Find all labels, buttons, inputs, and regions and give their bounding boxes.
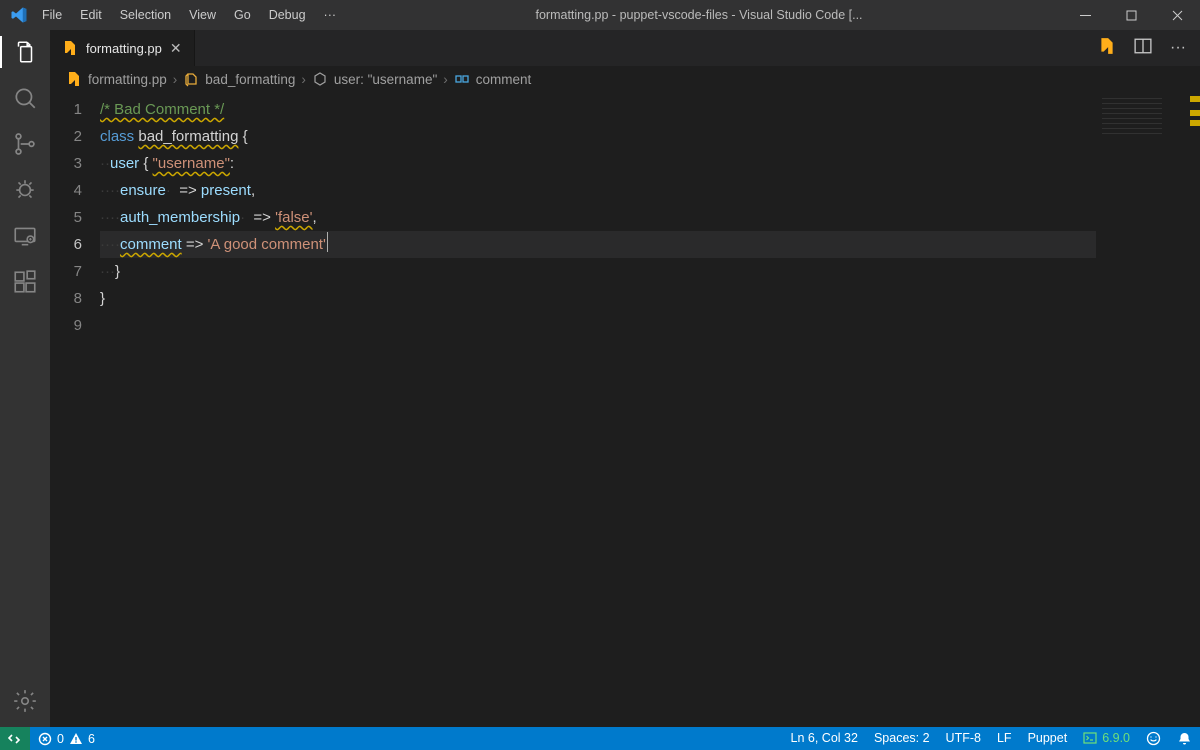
status-warnings-count: 6 [88, 732, 95, 746]
line-number: 3 [50, 150, 82, 177]
vscode-logo-icon [10, 6, 28, 24]
breadcrumb-resource-label: user: "username" [334, 72, 437, 87]
title-bar: File Edit Selection View Go Debug ··· fo… [0, 0, 1200, 30]
warning-marker[interactable] [1190, 120, 1200, 126]
code-line[interactable]: ····comment => 'A good comment' [100, 231, 1096, 258]
chevron-right-icon: › [173, 72, 178, 87]
method-icon [312, 71, 328, 87]
tab-label: formatting.pp [86, 41, 162, 56]
line-gutter: 1 2 3 4 5 6 7 8 9 [50, 92, 100, 727]
line-number: 6 [50, 231, 82, 258]
error-icon [38, 732, 52, 746]
line-number: 5 [50, 204, 82, 231]
editor-more-icon[interactable]: ··· [1170, 39, 1186, 57]
status-remote-button[interactable] [0, 727, 30, 750]
warning-marker[interactable] [1190, 110, 1200, 116]
activity-debug-icon[interactable] [11, 176, 39, 204]
minimap[interactable] [1096, 92, 1186, 727]
split-editor-icon[interactable] [1134, 37, 1152, 60]
puppet-file-icon [62, 40, 78, 56]
activity-settings-icon[interactable] [11, 687, 39, 715]
status-indentation[interactable]: Spaces: 2 [866, 731, 938, 745]
menu-debug[interactable]: Debug [269, 8, 306, 22]
line-number: 9 [50, 312, 82, 339]
window-controls [1062, 0, 1200, 30]
breadcrumb-file-label: formatting.pp [88, 72, 167, 87]
code-line[interactable]: class bad_formatting { [100, 123, 1096, 150]
close-tab-icon[interactable]: ✕ [170, 40, 182, 57]
menu-bar: File Edit Selection View Go Debug ··· [38, 8, 336, 22]
activity-extensions-icon[interactable] [11, 268, 39, 296]
code-editor[interactable]: 1 2 3 4 5 6 7 8 9 /* Bad Comment */ clas… [50, 92, 1200, 727]
puppet-action-icon[interactable] [1098, 37, 1116, 60]
class-icon [183, 71, 199, 87]
breadcrumb-attr-label: comment [476, 72, 532, 87]
puppet-file-icon [66, 71, 82, 87]
line-number: 2 [50, 123, 82, 150]
code-line[interactable]: ···} [100, 258, 1096, 285]
code-line[interactable]: ··user { "username": [100, 150, 1096, 177]
menu-selection[interactable]: Selection [120, 8, 171, 22]
code-lines[interactable]: /* Bad Comment */ class bad_formatting {… [100, 92, 1096, 727]
breadcrumb[interactable]: formatting.pp › bad_formatting › user: "… [50, 66, 1200, 92]
breadcrumb-resource[interactable]: user: "username" [312, 71, 437, 87]
line-number: 7 [50, 258, 82, 285]
code-line[interactable]: ····auth_membership· => 'false', [100, 204, 1096, 231]
activity-source-control-icon[interactable] [11, 130, 39, 158]
activity-explorer-icon[interactable] [11, 38, 39, 66]
text-cursor [327, 232, 328, 252]
menu-edit[interactable]: Edit [80, 8, 102, 22]
activity-remote-icon[interactable] [11, 222, 39, 250]
line-number: 1 [50, 96, 82, 123]
editor-actions: ··· [1098, 30, 1200, 66]
line-number: 4 [50, 177, 82, 204]
tab-formatting[interactable]: formatting.pp ✕ [50, 30, 195, 66]
chevron-right-icon: › [301, 72, 306, 87]
menu-go[interactable]: Go [234, 8, 251, 22]
overview-ruler[interactable] [1186, 92, 1200, 727]
editor-area: formatting.pp ✕ ··· formatting.pp › [50, 30, 1200, 727]
menu-view[interactable]: View [189, 8, 216, 22]
status-feedback-icon[interactable] [1138, 731, 1169, 746]
status-bar: 0 6 Ln 6, Col 32 Spaces: 2 UTF-8 LF Pupp… [0, 727, 1200, 750]
code-line[interactable]: ····ensure· => present, [100, 177, 1096, 204]
code-line[interactable]: } [100, 285, 1096, 312]
maximize-button[interactable] [1108, 0, 1154, 30]
tab-bar: formatting.pp ✕ ··· [50, 30, 1200, 66]
code-line[interactable]: /* Bad Comment */ [100, 96, 1096, 123]
status-pdk-version[interactable]: 6.9.0 [1075, 731, 1138, 745]
activity-bar [0, 30, 50, 727]
line-number: 8 [50, 285, 82, 312]
status-encoding[interactable]: UTF-8 [938, 731, 989, 745]
terminal-icon [1083, 731, 1097, 745]
status-eol[interactable]: LF [989, 731, 1020, 745]
menu-file[interactable]: File [42, 8, 62, 22]
status-notifications-icon[interactable] [1169, 731, 1200, 746]
window-title: formatting.pp - puppet-vscode-files - Vi… [336, 8, 1062, 22]
status-errors-count: 0 [57, 732, 64, 746]
breadcrumb-class[interactable]: bad_formatting [183, 71, 295, 87]
menu-overflow[interactable]: ··· [324, 8, 337, 22]
breadcrumb-attr[interactable]: comment [454, 71, 532, 87]
minimize-button[interactable] [1062, 0, 1108, 30]
property-icon [454, 71, 470, 87]
code-line[interactable] [100, 312, 1096, 339]
status-language[interactable]: Puppet [1020, 731, 1076, 745]
status-problems[interactable]: 0 6 [30, 727, 103, 750]
warning-icon [69, 732, 83, 746]
breadcrumb-class-label: bad_formatting [205, 72, 295, 87]
activity-search-icon[interactable] [11, 84, 39, 112]
chevron-right-icon: › [443, 72, 448, 87]
close-window-button[interactable] [1154, 0, 1200, 30]
breadcrumb-file[interactable]: formatting.pp [66, 71, 167, 87]
status-cursor-position[interactable]: Ln 6, Col 32 [783, 731, 866, 745]
warning-marker[interactable] [1190, 96, 1200, 102]
